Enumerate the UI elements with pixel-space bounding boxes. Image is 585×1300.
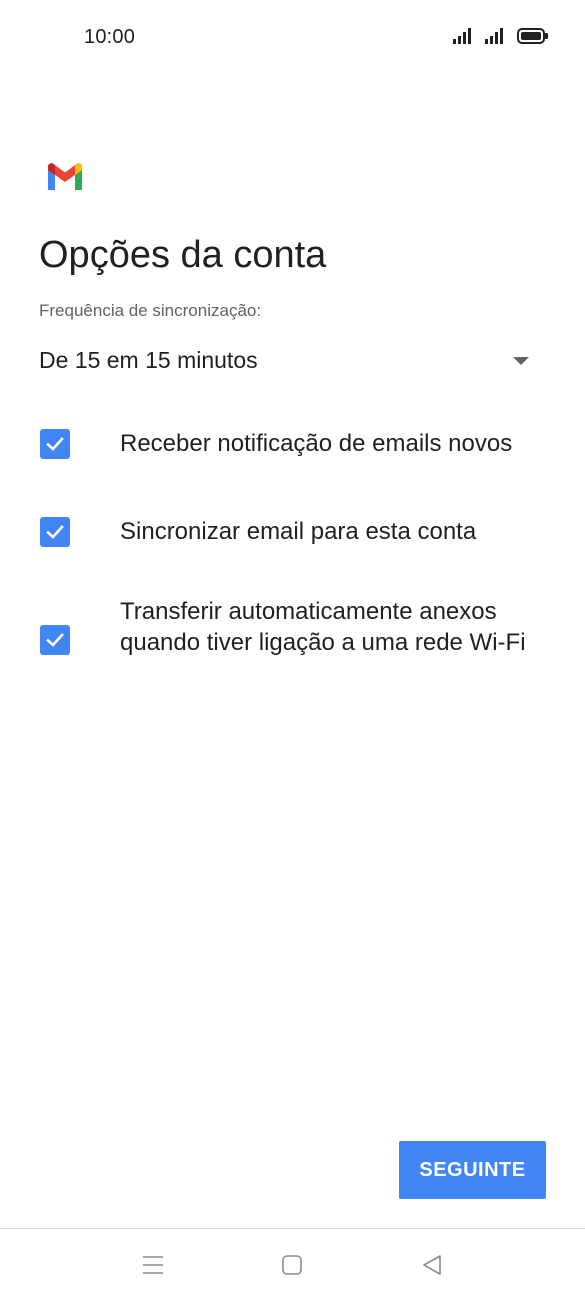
option-auto-download-attachments[interactable]: Transferir automaticamente anexos quando…	[39, 594, 559, 694]
navigation-bar	[0, 1229, 585, 1300]
home-icon[interactable]	[278, 1251, 306, 1279]
option-new-email-notifications[interactable]: Receber notificação de emails novos	[39, 422, 559, 468]
checkbox-checked-icon[interactable]	[40, 429, 70, 459]
next-button[interactable]: SEGUINTE	[399, 1141, 546, 1199]
gmail-icon	[48, 163, 82, 190]
status-time: 10:00	[84, 26, 136, 48]
checkbox-checked-icon[interactable]	[40, 517, 70, 547]
sync-frequency-dropdown[interactable]: De 15 em 15 minutos	[39, 340, 539, 384]
checkbox-checked-icon[interactable]	[40, 625, 70, 655]
menu-icon[interactable]	[139, 1251, 167, 1279]
check-icon	[46, 633, 64, 647]
status-icons	[453, 27, 549, 45]
dropdown-arrow-icon	[513, 357, 529, 365]
sync-frequency-value: De 15 em 15 minutos	[39, 347, 258, 373]
option-label: Sincronizar email para esta conta	[120, 518, 477, 545]
signal-icon	[453, 28, 471, 44]
battery-icon	[517, 28, 548, 44]
signal-icon	[485, 28, 503, 44]
option-label: Transferir automaticamente anexos quando…	[120, 598, 526, 656]
page-title: Opções da conta	[39, 234, 327, 276]
back-icon[interactable]	[418, 1251, 446, 1279]
check-icon	[46, 525, 64, 539]
option-sync-email[interactable]: Sincronizar email para esta conta	[39, 510, 559, 556]
status-bar: 10:00	[0, 0, 585, 76]
option-label: Receber notificação de emails novos	[120, 430, 513, 457]
sync-frequency-label: Frequência de sincronização:	[39, 301, 262, 320]
check-icon	[46, 437, 64, 451]
